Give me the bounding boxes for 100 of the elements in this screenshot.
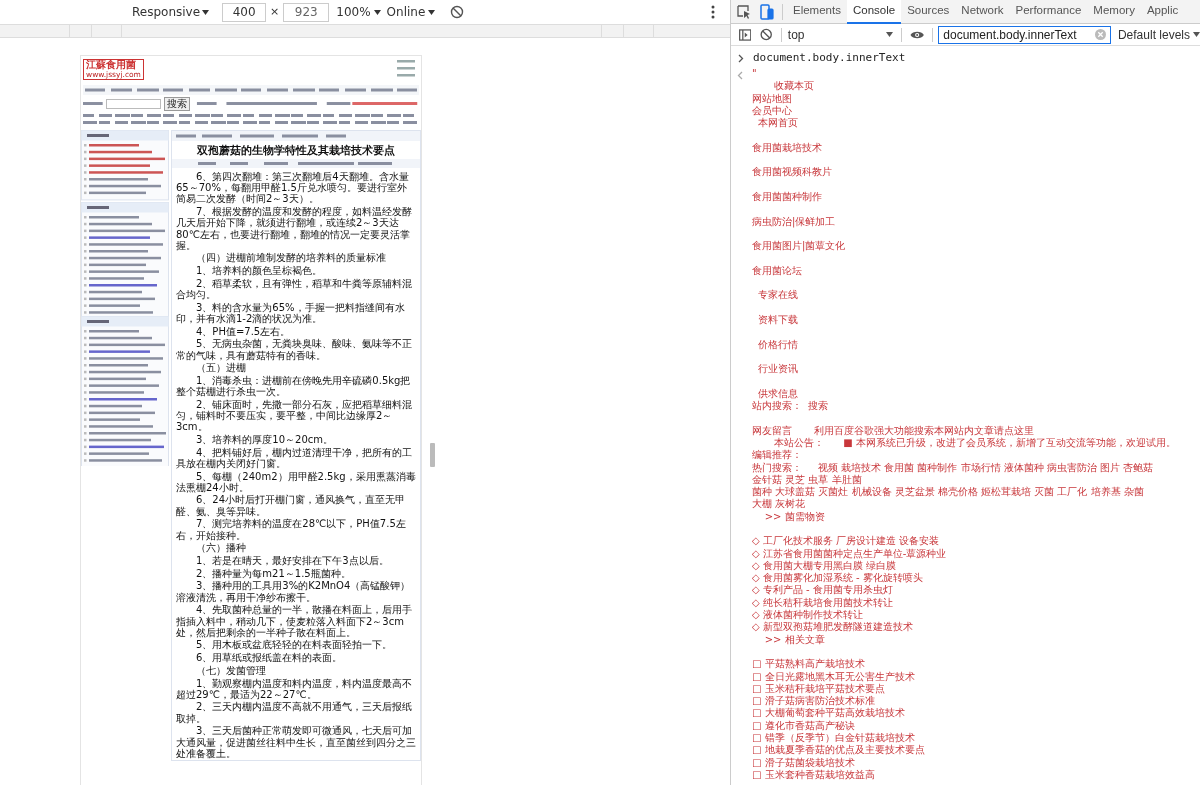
- device-toolbar-icon[interactable]: [760, 3, 774, 20]
- caret-icon: [1193, 32, 1200, 37]
- devtools-tab[interactable]: Console: [846, 0, 902, 24]
- article-paragraph: 2、铺床面时，先撒一部分石灰，应把稻草细料混匀，铺料时不要压实，要平整，中间比边缘厚2～3cm。: [176, 398, 414, 433]
- more-options-icon[interactable]: [711, 5, 715, 19]
- console-output-line: ◇ 新型双孢菇堆肥发酵隧道建造技术: [752, 621, 914, 634]
- console-output-line: □ 滑子菇病害防治技术标准: [752, 695, 876, 707]
- article-paragraph: 4、PH值=7.5左右。: [195, 325, 292, 337]
- console-output-line: □ 遵化市香菇高产秘诀: [752, 719, 856, 732]
- article-paragraph: 4、先取菌种总量的一半，散播在料面上，后用手指插入料中，稍动几下，使麦粒落入料面下2～3cm处，然后把剩余的一半种子散在料面上。: [176, 604, 414, 638]
- article-paragraph: 5、无病虫杂菌，无粪块臭味、酸味、氨味等不正常的气味，具有蘑菇特有的香味。: [176, 338, 414, 361]
- devtools-tab[interactable]: Network: [955, 0, 1010, 24]
- console-output-line: 热门搜索： 视频 栽培技术 食用菌 菌种制作 市场行情 液体菌种 病虫害防治 图片 杏鲍菇: [752, 461, 1155, 474]
- article-paragraph: （六）播种: [195, 542, 247, 554]
- console-command: document.body.innerText: [753, 49, 906, 66]
- console-output-line: ◇ 江苏省食用菌菌种定点生产单位-蕈源种业: [752, 547, 948, 560]
- devtools-tab[interactable]: Elements: [787, 0, 847, 24]
- console-output-line: 供求信息: [757, 387, 800, 400]
- console-output-line: 食用菌视频科教片: [752, 166, 833, 179]
- filter-field[interactable]: document.body.innerText: [938, 25, 1111, 44]
- article-paragraph: 1、若是在晴天，最好安排在下午3点以后。: [195, 555, 390, 567]
- article-paragraph: 1、培养料的颜色呈棕褐色。: [195, 265, 324, 277]
- caret-icon: [428, 9, 436, 15]
- height-field[interactable]: 923: [283, 2, 330, 22]
- inspect-element-icon[interactable]: [737, 4, 751, 19]
- console-output-line: 收藏本页: [773, 80, 816, 93]
- console-output-line: 网友留言 利用百度谷歌强大功能搜索本网站内文章请点这里: [752, 424, 1036, 437]
- sidebar-toggle-icon[interactable]: [739, 28, 752, 41]
- console-output-line: □ 玉米秸秆栽培平菇技术要点: [752, 682, 886, 695]
- console-output-line: □ 全日光露地黑木耳无公害生产技术: [752, 670, 916, 683]
- console-output-line: 病虫防治|保鲜加工: [752, 215, 837, 228]
- console-output-line: ◇ 液体菌种制作技术转让: [752, 609, 864, 621]
- console-output-line: 食用菌栽培技术: [752, 141, 823, 155]
- console-output-line: 站内搜索： 搜索: [752, 400, 830, 413]
- console-output-line: □ 地栽夏季香菇的优点及主要技术要点: [752, 744, 926, 757]
- article-paragraph: 6、用草纸或报纸盖在料的表面。: [195, 652, 344, 664]
- caret-icon: [886, 32, 894, 37]
- caret-icon: [202, 9, 210, 15]
- article-paragraph: 3、三天后菌种正常萌发即可微通风，七天后可加大通风量，促进菌丝往料中生长，直至菌丝到四分之三处准备覆土。: [176, 725, 416, 759]
- article-paragraph: 3、料的含水量为65%，手握一把料指缝间有水印，并有水滴1-2滴的状况为准。: [176, 301, 406, 325]
- prompt-chevron-icon: [738, 53, 744, 63]
- article-paragraph: 2、播种量为每m21～1.5瓶菌种。: [195, 567, 352, 579]
- console-output-line: ◇ 专利产品 - 食用菌专用杀虫灯: [752, 584, 894, 597]
- console-output-line: ◇ 食用菌雾化加湿系统 - 雾化旋转喷头: [752, 572, 924, 584]
- console-output-line: >> 菌需物资: [763, 510, 826, 523]
- rotate-icon[interactable]: [450, 5, 465, 19]
- zoom-dropdown[interactable]: 100%: [336, 3, 371, 21]
- article-paragraph: 4、把料铺好后，棚内过道清理干净，把所有的工具放在棚内关闭好门窗。: [176, 446, 414, 470]
- console-output-line: 本网首页: [757, 117, 800, 130]
- eye-icon[interactable]: [910, 29, 925, 40]
- article-title: 双孢蘑菇的生物学特性及其栽培技术要点: [196, 144, 396, 157]
- console-output-line: 食用菌菌种制作: [752, 190, 823, 204]
- article-paragraph: 2、稻草柔软，且有弹性，稻草和牛粪等原辅料混合均匀。: [176, 277, 414, 301]
- article-paragraph: 7、测完培养料的温度在28℃以下，PH值7.5左右，开始接种。: [176, 518, 407, 541]
- console-output-line: 价格行情: [757, 338, 800, 351]
- console-output-line: ": [752, 68, 758, 81]
- console-output-line: 大棚 灰树花: [752, 498, 807, 511]
- article-paragraph: 1、勤观察棚内温度和料内温度，料内温度最高不超过29℃，最适为22～27℃。: [176, 677, 414, 700]
- devtools-tab[interactable]: Applic: [1140, 0, 1185, 24]
- article-paragraph: 5、用木板或盆底轻轻的在料表面轻拍一下。: [195, 639, 394, 651]
- article-paragraph: （七）发菌管理: [195, 664, 267, 677]
- context-dropdown[interactable]: top: [787, 25, 894, 44]
- article-paragraph: 5、每棚（240m2）用甲醛2.5kg，采用熏蒸消毒法熏棚24小时。: [176, 470, 416, 493]
- console-output-line: ◇ 食用菌大棚专用黑白膜 绿白膜: [752, 559, 898, 572]
- article-paragraph: 6、24小时后打开棚门窗，通风换气，直至无甲醛、氨、臭等异味。: [176, 494, 407, 517]
- article-paragraph: 1、消毒杀虫：进棚前在傍晚先用辛硫磷0.5kg把整个菇棚进行杀虫一次。: [176, 374, 412, 398]
- log-levels-dropdown[interactable]: Default levels: [1117, 25, 1190, 44]
- console-output-line: 菌种 大球盖菇 灭菌灶 机械设备 灵芝盆景 棉壳价格 姬松茸栽培 灭菌 工厂化 培养基 杂菌: [752, 486, 1145, 498]
- times-sign: ×: [270, 3, 280, 20]
- article-paragraph: （五）进棚: [195, 362, 247, 374]
- console-output-line: □ 玉米套种香菇栽培效益高: [752, 768, 876, 782]
- resize-handle[interactable]: [430, 443, 435, 467]
- console-output-line: 资料下载: [757, 313, 800, 327]
- devtools-tab[interactable]: Sources: [901, 0, 956, 24]
- console-output-line: □ 大棚葡萄套种平菇高效栽培技术: [752, 707, 906, 720]
- devtools-tab[interactable]: Performance: [1009, 0, 1088, 24]
- article-paragraph: （四）进棚前堆制发酵的培养料的质量标准: [195, 252, 387, 264]
- console-output-line: ◇ 纯长秸秆栽培食用菌技术转让: [752, 596, 894, 609]
- article-paragraph: 7、根据发酵的温度和发酵的程度，如料温经发酵几天后开始下降，就须进行翻堆，或连续2～3天达80℃左右，也要进行翻堆，翻堆的情况一定要灵活掌握。: [176, 206, 414, 251]
- device-mode-dropdown[interactable]: Responsive: [132, 3, 201, 21]
- search-label-drawing: [83, 102, 103, 106]
- console-output-line: □ 平菇熟料高产栽培技术: [752, 658, 866, 671]
- width-field[interactable]: 400: [222, 2, 267, 22]
- search-field[interactable]: [105, 99, 161, 109]
- console-output-line: □ 滑子菇菌袋栽培技术: [752, 756, 856, 769]
- console-output-line: ◇ 工厂化技术服务 厂房设计建造 设备安装: [752, 535, 941, 548]
- caret-icon: [373, 9, 381, 15]
- clear-console-icon[interactable]: [760, 28, 773, 41]
- article-paragraph: 6、第四次翻堆：第三次翻堆后4天翻堆。含水量65～70%，每翻用甲醛1.5斤兑水喷匀。要进行室外简易二次发酵（时间2～3天）。: [176, 171, 410, 205]
- article-paragraph: 3、播种用的工具用3%的K2MnO4（高锰酸钾）溶液清洗，再用干净纱布擦干。: [176, 580, 412, 603]
- devtools-tab[interactable]: Memory: [1087, 0, 1141, 24]
- article-paragraph: 2、三天内棚内温度不高就不用通气，三天后报纸取掉。: [176, 701, 414, 724]
- console-output-line: 行业资讯: [757, 363, 800, 376]
- search-button[interactable]: 搜索: [163, 97, 190, 111]
- console-output-line: 网站地图: [752, 92, 793, 105]
- console-output-line: 专家在线: [757, 289, 800, 302]
- console-output-line: 食用菌图片|菌蕈文化: [752, 240, 847, 253]
- throttling-dropdown[interactable]: Online: [386, 3, 426, 21]
- console-output-line: >> 相关文章: [763, 633, 826, 646]
- console-output-line: 编辑推荐：: [752, 449, 803, 462]
